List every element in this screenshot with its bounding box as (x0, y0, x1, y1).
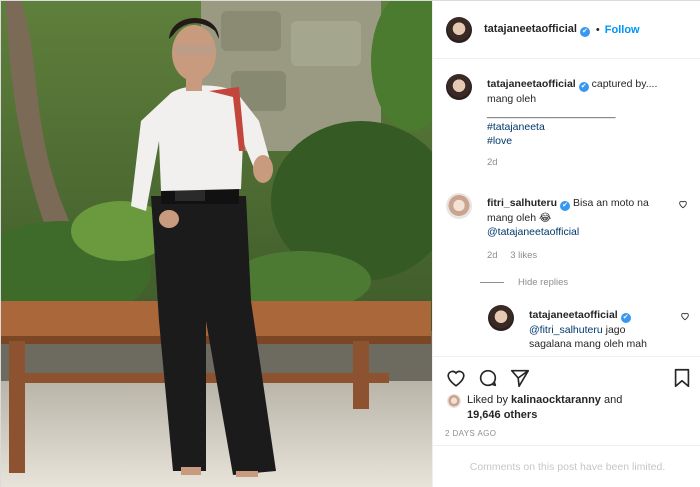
comment-likes[interactable]: 3 likes (510, 250, 537, 261)
follow-button[interactable]: Follow (605, 24, 640, 36)
liked-by-prefix: Liked by (467, 394, 508, 406)
comment-username[interactable]: fitri_salhuteru (487, 197, 557, 209)
bookmark-icon[interactable] (671, 367, 693, 389)
comment-time[interactable]: 2d (487, 250, 498, 261)
comment-text-1: Bisa an moto na (572, 197, 649, 209)
reply: tatajaneetaofficial ✔ @fitri_salhuteru ja… (488, 305, 698, 356)
liker-avatar[interactable] (447, 394, 461, 408)
post-header: tatajaneetaofficial ✔ • Follow (433, 1, 700, 59)
comments-section[interactable]: tatajaneetaofficial ✔ captured by.... man… (433, 60, 700, 356)
comment-mention[interactable]: @tatajaneetaofficial (487, 226, 579, 238)
comment: fitri_salhuteru ✔ Bisa an moto na mang ol… (446, 193, 696, 273)
caption-username[interactable]: tatajaneetaofficial (487, 78, 576, 90)
caption-text-1: captured by.... (591, 78, 658, 90)
share-icon[interactable] (509, 367, 531, 389)
post-date[interactable]: 2 DAYS AGO (445, 429, 496, 438)
hashtag-love[interactable]: #love (487, 135, 512, 147)
hide-replies-label: Hide replies (518, 277, 569, 288)
photo-image (1, 1, 432, 487)
liker-username[interactable]: kalinaocktaranny (511, 394, 601, 406)
caption-time[interactable]: 2d (487, 157, 498, 168)
commenter-avatar[interactable] (446, 193, 472, 219)
reply-username[interactable]: tatajaneetaofficial (529, 309, 618, 321)
reply-avatar[interactable] (488, 305, 514, 331)
hide-replies-line (480, 282, 504, 283)
verified-icon: ✔ (578, 82, 589, 92)
author-avatar[interactable] (446, 16, 472, 43)
comments-limited-notice: Comments on this post have been limited. (433, 445, 700, 487)
caption-divider: ______________________ (487, 107, 616, 119)
caption: tatajaneetaofficial ✔ captured by.... man… (446, 74, 696, 184)
comment-text-2: mang oleh 😂 (487, 212, 552, 224)
heart-icon[interactable] (680, 311, 690, 321)
instagram-post-frame: tatajaneetaofficial ✔ • Follow tatajaneet… (0, 0, 700, 487)
hide-replies-button[interactable]: Hide replies (480, 277, 568, 288)
heart-icon[interactable] (678, 199, 688, 209)
heart-icon[interactable] (445, 367, 467, 389)
comment-icon[interactable] (477, 367, 499, 389)
caption-avatar[interactable] (446, 74, 472, 100)
likes-count[interactable]: 19,646 others (467, 409, 537, 421)
likes-summary: Liked by kalinaocktaranny and 19,646 oth… (447, 393, 622, 423)
caption-text-2: mang oleh (487, 93, 537, 105)
reply-text-2: sagalana mang oleh mah (529, 338, 647, 350)
reply-text-1: jago (602, 324, 626, 336)
reply-mention[interactable]: @fitri_salhuteru (529, 324, 603, 336)
verified-icon: ✔ (579, 26, 590, 37)
post-actions: Liked by kalinaocktaranny and 19,646 oth… (433, 356, 700, 445)
post-photo[interactable] (1, 1, 432, 487)
verified-icon: ✔ (560, 201, 571, 211)
post-side-panel: tatajaneetaofficial ✔ • Follow tatajaneet… (432, 1, 700, 487)
separator-dot: • (595, 23, 600, 36)
verified-icon: ✔ (620, 313, 631, 323)
author-username[interactable]: tatajaneetaofficial ✔ (484, 23, 590, 37)
hashtag-tatajaneeta[interactable]: #tatajaneeta (487, 121, 545, 133)
liked-by-and: and (603, 394, 623, 406)
